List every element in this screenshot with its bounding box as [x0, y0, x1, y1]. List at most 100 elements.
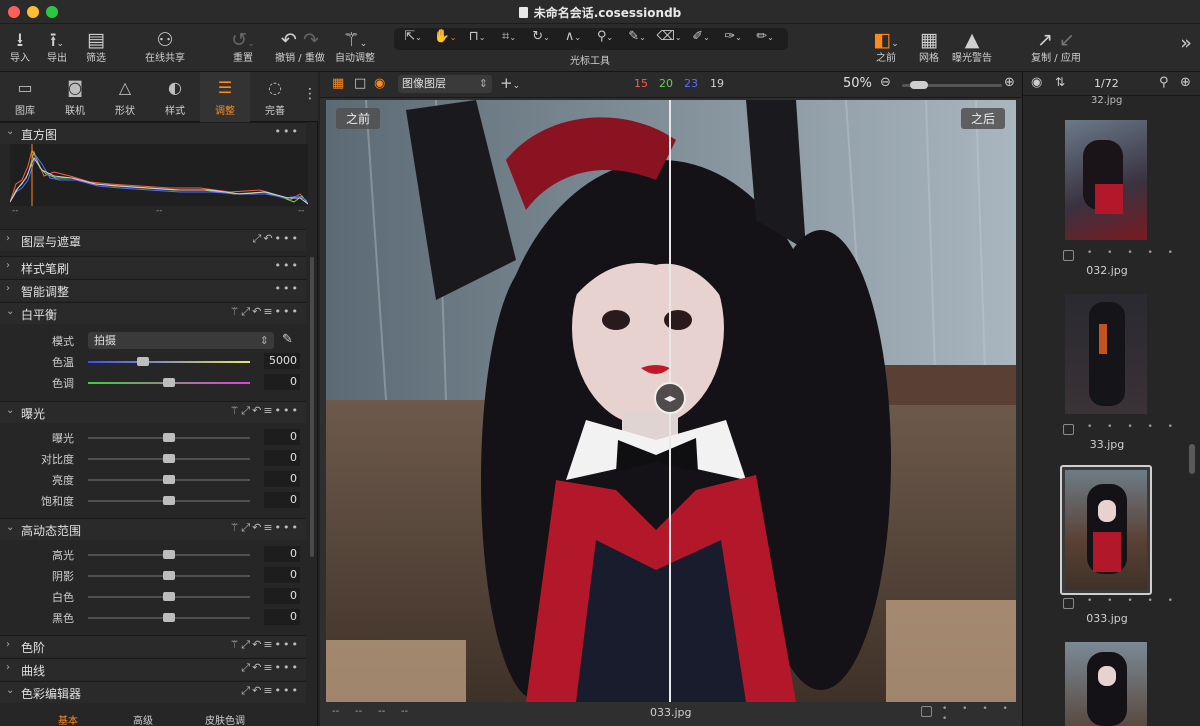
whites-slider-knob[interactable] — [163, 592, 175, 601]
tab-library[interactable]: ▭ 图库 — [0, 72, 50, 122]
eyedropper-icon[interactable]: ✎ — [282, 332, 293, 347]
eye-view-icon[interactable]: ◉ — [374, 76, 385, 91]
color-editor-tab-skin[interactable]: 皮肤色调 — [205, 712, 245, 726]
tint-slider-knob[interactable] — [163, 378, 175, 387]
section-tools-icons[interactable]: ⚚⤢↶≡••• — [229, 305, 300, 319]
picker-tool-icon[interactable]: ✑⌄ — [718, 29, 748, 44]
before-button[interactable]: ◧⌄ 之前 — [864, 27, 908, 65]
reset-button[interactable]: ↺⌄ 重置 — [226, 27, 260, 65]
blacks-value-input[interactable]: 0 — [264, 609, 300, 625]
white-balance-section-header[interactable]: ⌄ 白平衡 ⚚⤢↶≡••• — [0, 302, 306, 324]
brush-section-header[interactable]: › 样式笔刷 ••• — [0, 256, 306, 278]
auto-adjust-button[interactable]: ⚚⌄ 自动调整 — [332, 27, 378, 65]
add-layer-icon[interactable]: +⌄ — [500, 74, 520, 92]
tool-panel-scrollbar[interactable] — [310, 257, 314, 557]
saturation-slider-knob[interactable] — [163, 496, 175, 505]
eraser-tool-icon[interactable]: ⌫⌄ — [654, 29, 684, 44]
tab-shape[interactable]: △ 形状 — [100, 72, 150, 122]
layers-section-header[interactable]: › 图层与遮罩 ⤢↶••• — [0, 229, 306, 251]
select-checkbox[interactable] — [1063, 250, 1074, 261]
tab-adjust[interactable]: ☰ 调整 — [200, 72, 250, 122]
contrast-value-input[interactable]: 0 — [264, 450, 300, 466]
zoom-slider-knob[interactable] — [910, 81, 928, 89]
brightness-slider-knob[interactable] — [163, 475, 175, 484]
shadows-value-input[interactable]: 0 — [264, 567, 300, 583]
undo-redo-button[interactable]: ↶ ↷ 撤销 / 重做 — [270, 27, 330, 65]
more-toolbar-button[interactable]: » — [1176, 30, 1196, 56]
select-cursor-icon[interactable]: ⇱⌄ — [398, 29, 428, 44]
multi-view-icon[interactable]: ▦ — [332, 76, 344, 91]
single-view-icon[interactable]: □ — [354, 76, 366, 91]
rating-stars[interactable]: • • • • • — [1087, 248, 1179, 258]
tint-value-input[interactable]: 0 — [264, 374, 300, 390]
tab-tether[interactable]: ◙ 联机 — [50, 72, 100, 122]
exposure-value-input[interactable]: 0 — [264, 429, 300, 445]
histogram-header[interactable]: ⌄ 直方图 ••• — [0, 122, 306, 144]
tab-refine[interactable]: ◌ 完善 — [250, 72, 300, 122]
blacks-slider-knob[interactable] — [163, 613, 175, 622]
thumbnail-032[interactable] — [1065, 120, 1147, 240]
saturation-value-input[interactable]: 0 — [264, 492, 300, 508]
temp-value-input[interactable]: 5000 — [264, 353, 300, 369]
thumbnail-next[interactable] — [1065, 642, 1147, 726]
tabs-more-icon[interactable]: ⋮ — [303, 86, 317, 102]
rating-stars[interactable]: • • • • • — [1087, 596, 1179, 606]
search-icon[interactable]: ⚲ — [1159, 75, 1169, 90]
exposure-section-header[interactable]: ⌄ 曝光 ⚚⤢↶≡••• — [0, 401, 306, 423]
filter-button[interactable]: ▤ 筛选 — [80, 27, 112, 65]
section-tools-icons[interactable]: ⤢↶≡••• — [241, 684, 300, 698]
copy-apply-button[interactable]: ↗ ↙ 复制 / 应用 — [1028, 27, 1084, 65]
curves-section-header[interactable]: › 曲线 ⤢↶≡••• — [0, 658, 306, 680]
zoom-out-icon[interactable]: ⊖ — [880, 75, 891, 90]
whites-value-input[interactable]: 0 — [264, 588, 300, 604]
photo-preview[interactable]: ◂▸ 之前 之后 — [326, 100, 1016, 702]
zoom-level[interactable]: 50% — [843, 76, 872, 91]
highlights-slider-knob[interactable] — [163, 550, 175, 559]
section-tools-icons[interactable]: ⚚⤢↶≡••• — [229, 521, 300, 535]
sort-icon[interactable]: ⇅ — [1055, 75, 1065, 89]
gradient-tool-icon[interactable]: ✐⌄ — [686, 29, 716, 44]
section-tools-icons[interactable]: ⤢↶••• — [253, 232, 300, 246]
exposure-slider-knob[interactable] — [163, 433, 175, 442]
section-tools-icons[interactable]: ⚚⤢↶≡••• — [229, 404, 300, 418]
compare-handle-icon[interactable]: ◂▸ — [654, 382, 686, 414]
select-checkbox[interactable] — [921, 706, 932, 717]
more-icon[interactable]: ••• — [275, 125, 300, 138]
more-icon[interactable]: ••• — [275, 259, 300, 272]
hdr-section-header[interactable]: ⌄ 高动态范围 ⚚⤢↶≡••• — [0, 518, 306, 540]
zoom-in-icon[interactable]: ⊕ — [1180, 75, 1191, 90]
layer-select[interactable]: 图像图层 ⇕ — [398, 75, 492, 93]
select-checkbox[interactable] — [1063, 598, 1074, 609]
share-button[interactable]: ⚇ 在线共享 — [140, 27, 190, 65]
rotate-tool-icon[interactable]: ↻⌄ — [526, 29, 556, 44]
stamp-tool-icon[interactable]: ⊓⌄ — [462, 29, 492, 44]
section-tools-icons[interactable]: ⚚⤢↶≡••• — [229, 638, 300, 652]
brightness-value-input[interactable]: 0 — [264, 471, 300, 487]
select-checkbox[interactable] — [1063, 424, 1074, 435]
eye-icon[interactable]: ◉ — [1031, 75, 1042, 90]
export-button[interactable]: ⭱⌄ 导出 — [40, 27, 74, 65]
thumbnail-33[interactable] — [1065, 294, 1147, 414]
zoom-in-icon[interactable]: ⊕ — [1004, 75, 1015, 90]
smart-section-header[interactable]: › 智能调整 ••• — [0, 279, 306, 301]
brush-tool-icon[interactable]: ✎⌄ — [622, 29, 652, 44]
thumbnail-033[interactable] — [1065, 470, 1147, 590]
color-editor-tab-basic[interactable]: 基本 — [58, 712, 78, 726]
shadows-slider-knob[interactable] — [163, 571, 175, 580]
color-editor-tab-advanced[interactable]: 高级 — [133, 712, 153, 726]
tab-style[interactable]: ◐ 样式 — [150, 72, 200, 122]
rating-stars[interactable]: • • • • • — [942, 704, 1022, 724]
annotate-tool-icon[interactable]: ✏⌄ — [750, 29, 780, 44]
temp-slider-knob[interactable] — [137, 357, 149, 366]
temp-slider-track[interactable] — [88, 361, 250, 363]
exposure-warning-button[interactable]: ▲ 曝光警告 — [950, 27, 994, 65]
spot-tool-icon[interactable]: ⚲⌄ — [590, 29, 620, 44]
highlights-value-input[interactable]: 0 — [264, 546, 300, 562]
color-editor-section-header[interactable]: ⌄ 色彩编辑器 ⤢↶≡••• — [0, 681, 306, 703]
rating-stars[interactable]: • • • • • — [1087, 422, 1179, 432]
hand-tool-icon[interactable]: ✋⌄ — [430, 29, 460, 44]
grid-button[interactable]: ▦ 网格 — [914, 27, 944, 65]
crop-tool-icon[interactable]: ⌗⌄ — [494, 29, 524, 44]
contrast-slider-knob[interactable] — [163, 454, 175, 463]
import-button[interactable]: ⭳ 导入 — [4, 27, 36, 65]
